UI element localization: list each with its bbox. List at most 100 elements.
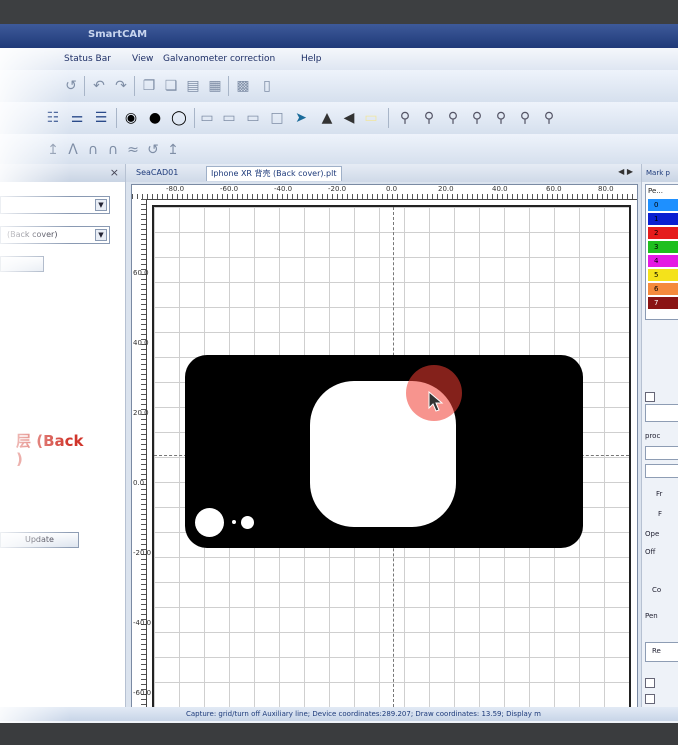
open-delay-label: Ope [645, 530, 660, 538]
title-bar: SmartCAM [0, 24, 678, 48]
design-grid[interactable] [152, 205, 631, 709]
redo-icon[interactable]: ↺ [62, 77, 80, 95]
ruler-h-label: 0.0 [386, 185, 398, 193]
mark-start-icon[interactable]: ◉ [122, 109, 140, 127]
file3-icon[interactable]: ▭ [244, 109, 262, 127]
curve-icon[interactable]: ↥ [44, 141, 62, 159]
menu-status-bar[interactable]: Status Bar [64, 54, 111, 64]
node-icon[interactable]: ≈ [124, 141, 142, 159]
zoom-page-icon[interactable]: ⚲ [516, 109, 534, 127]
reset-button[interactable]: Re [645, 642, 678, 662]
horizontal-ruler: -80.0 -60.0 -40.0 -20.0 0.0 20.0 40.0 60… [132, 185, 637, 200]
ruler-v-label: 40.0 [133, 339, 149, 347]
delete-icon[interactable]: ▦ [206, 77, 224, 95]
highlight-icon[interactable]: ▭ [362, 109, 380, 127]
mic-hole-shape[interactable] [232, 520, 236, 524]
status-bar: Capture: grid/turn off Auxiliary line; D… [0, 707, 678, 721]
pen-row-1[interactable]: 1 [648, 213, 678, 225]
param-input[interactable] [645, 404, 678, 422]
print-icon[interactable]: ▩ [234, 77, 252, 95]
vertical-ruler: 60.0 40.0 20.0 0.0 -20.0 -40.0 -60.0 [132, 199, 151, 715]
paste-icon[interactable]: ❏ [162, 77, 180, 95]
flash-hole-shape[interactable] [195, 508, 224, 537]
zoom-icon[interactable]: ⚲ [396, 109, 414, 127]
toolbar-tools: ☷ ⚌ ☰ ◉ ● ◯ ▭ ▭ ▭ □ ➤ ▲ ◀ ▭ ⚲ ⚲ ⚲ ⚲ ⚲ ⚲ … [0, 102, 678, 134]
drawing-canvas[interactable]: -80.0 -60.0 -40.0 -20.0 0.0 20.0 40.0 60… [131, 184, 638, 716]
pen-row-4[interactable]: 4 [648, 255, 678, 267]
file-icon[interactable]: ▭ [198, 109, 216, 127]
chevron-down-icon[interactable]: ▼ [95, 199, 107, 211]
left-arrow-icon[interactable]: ◀ [340, 109, 358, 127]
param-field[interactable] [645, 446, 678, 460]
sensor-hole-shape[interactable] [241, 516, 254, 529]
array-icon[interactable]: ☷ [44, 109, 62, 127]
ruler-h-label: 60.0 [546, 185, 562, 193]
menu-view[interactable]: View [132, 54, 153, 64]
lasso-icon[interactable]: ↺ [144, 141, 162, 159]
toolbar-edit: ↺ ↶ ↷ ❐ ❏ ▤ ▦ ▩ ▯ [0, 70, 678, 102]
pen-row-5[interactable]: 5 [648, 269, 678, 281]
menu-help[interactable]: Help [301, 54, 322, 64]
tab-nav-arrows[interactable]: ◀ ▶ [618, 167, 633, 176]
copy-icon[interactable]: ❐ [140, 77, 158, 95]
chevron-down-icon[interactable]: ▼ [95, 229, 107, 241]
pen-row-0[interactable]: 0 [648, 199, 678, 211]
param-field-2[interactable] [645, 464, 678, 478]
distribute-icon[interactable]: ⚌ [68, 109, 86, 127]
ruler-h-label: 80.0 [598, 185, 614, 193]
off-delay-label: Off [645, 548, 656, 556]
panel-button[interactable] [0, 256, 44, 272]
option-checkbox-2[interactable] [645, 694, 655, 704]
reset-label: Re [652, 647, 661, 655]
object-name-label: 层 (Back ) [16, 432, 84, 468]
ruler-h-label: -40.0 [274, 185, 293, 193]
window-title: SmartCAM [88, 29, 148, 40]
zoom-all-icon[interactable]: ⚲ [492, 109, 510, 127]
pen-layer-list[interactable]: Pe... 0 1 2 3 4 5 6 7 [645, 184, 678, 320]
align-icon[interactable]: ☰ [92, 109, 110, 127]
use-default-checkbox[interactable] [645, 392, 655, 402]
layer-combo[interactable]: ▼ [0, 196, 110, 214]
pen-row-2[interactable]: 2 [648, 227, 678, 239]
redo-arrow-icon[interactable]: ↷ [112, 77, 130, 95]
iphone-back-cover-shape[interactable] [185, 355, 583, 548]
zoom-select-icon[interactable]: ⚲ [540, 109, 558, 127]
preview-icon[interactable]: ▯ [258, 77, 276, 95]
arc-icon[interactable]: Λ [64, 141, 82, 159]
pen-row-3[interactable]: 3 [648, 241, 678, 253]
ruler-h-label: -60.0 [220, 185, 239, 193]
arc2-icon[interactable]: ∩ [84, 141, 102, 159]
zoom-out-icon[interactable]: ⚲ [444, 109, 462, 127]
close-icon[interactable]: × [110, 166, 119, 179]
file2-icon[interactable]: ▭ [220, 109, 238, 127]
pointer-icon[interactable]: ➤ [292, 109, 310, 127]
rectangle-select-icon[interactable]: □ [268, 109, 286, 127]
mark-red-icon[interactable]: ● [146, 109, 164, 127]
file-combo[interactable]: (Back cover) ▼ [0, 226, 110, 244]
tab-seacad01[interactable]: SeaCAD01 [132, 166, 182, 180]
zoom-fit-icon[interactable]: ⚲ [468, 109, 486, 127]
object-name-line2: ) [16, 450, 23, 468]
pen-icon[interactable]: ↥ [164, 141, 182, 159]
ruler-h-label: -20.0 [328, 185, 347, 193]
toolbar-separator [228, 76, 229, 96]
arc3-icon[interactable]: ∩ [104, 141, 122, 159]
tab-iphone-back-cover[interactable]: Iphone XR 背壳 (Back cover).plt [206, 166, 342, 181]
option-checkbox-1[interactable] [645, 678, 655, 688]
clipboard-icon[interactable]: ▤ [184, 77, 202, 95]
mouse-pointer-icon [428, 391, 444, 412]
pen-row-6[interactable]: 6 [648, 283, 678, 295]
co-label: Co [652, 586, 662, 594]
status-text: Capture: grid/turn off Auxiliary line; D… [186, 710, 541, 718]
pen-list-header: Pe... [648, 187, 663, 195]
mark-parameters-panel: Mark p Pe... 0 1 2 3 4 5 6 7 proc Fr F O… [641, 164, 678, 720]
pen-row-7[interactable]: 7 [648, 297, 678, 309]
ruler-v-label: 0.0 [133, 479, 145, 487]
mark-stop-icon[interactable]: ◯ [170, 109, 188, 127]
triangle-icon[interactable]: ▲ [318, 109, 336, 127]
toolbar-separator [194, 108, 195, 128]
menu-galvanometer-correction[interactable]: Galvanometer correction [163, 54, 275, 64]
undo-icon[interactable]: ↶ [90, 77, 108, 95]
update-button[interactable]: Update [0, 532, 79, 548]
zoom-in-icon[interactable]: ⚲ [420, 109, 438, 127]
